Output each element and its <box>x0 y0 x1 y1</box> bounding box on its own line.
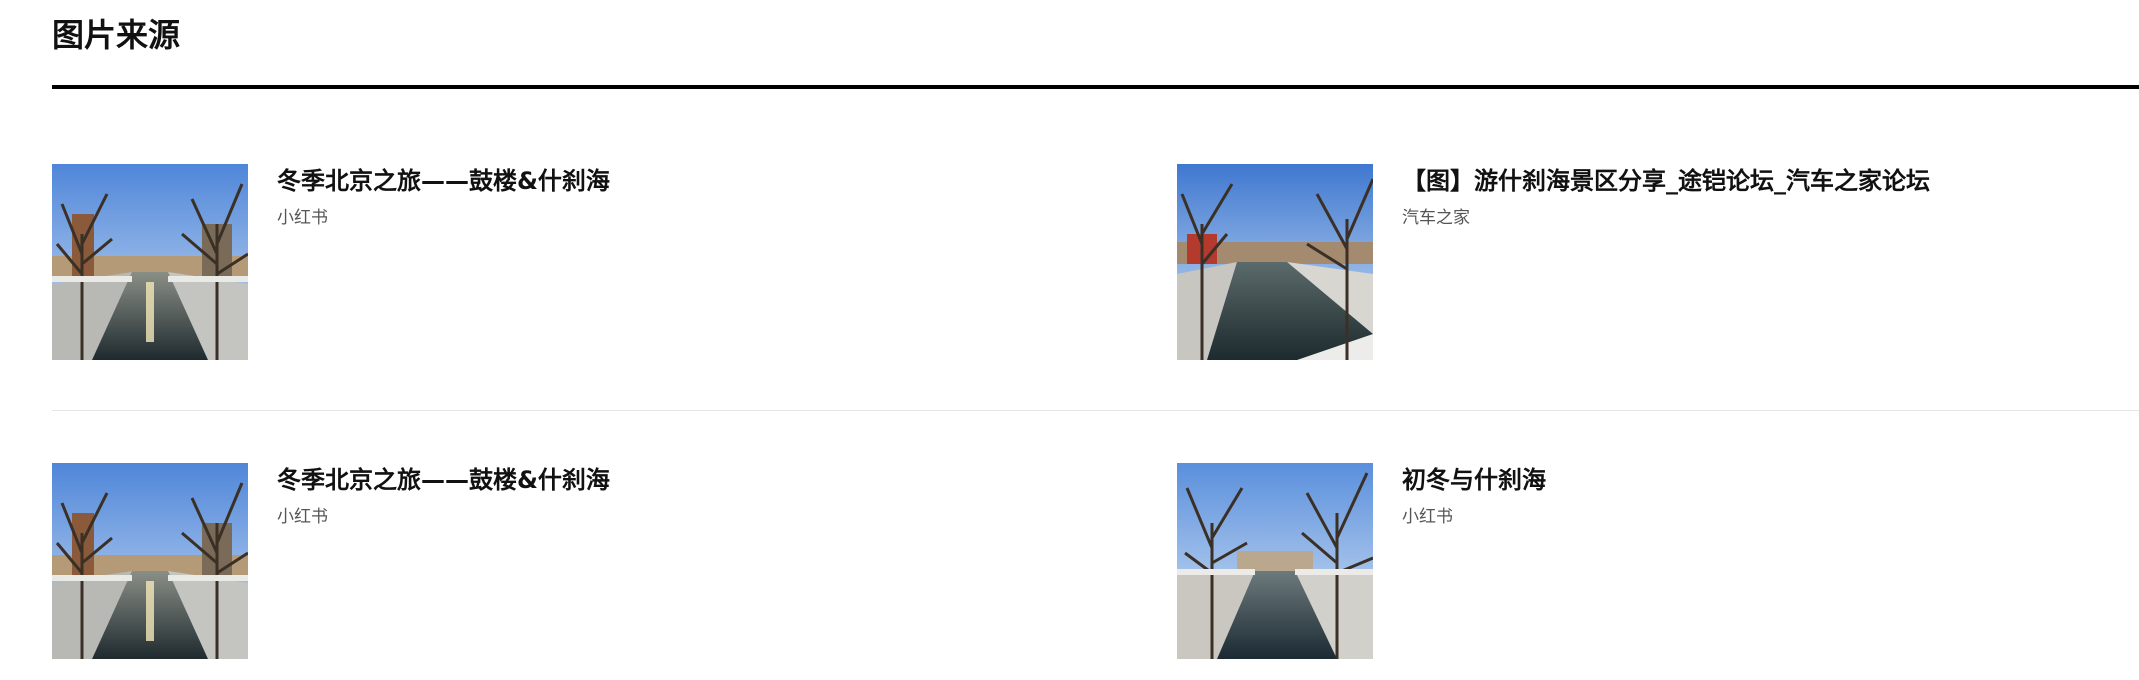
result-card[interactable]: 【图】游什刹海景区分享_途铠论坛_汽车之家论坛 汽车之家 <box>1177 164 2139 360</box>
section-title: 图片来源 <box>52 16 181 54</box>
result-thumbnail[interactable] <box>1177 463 1373 659</box>
result-title-link[interactable]: 冬季北京之旅——鼓楼&什刹海 <box>277 164 610 198</box>
result-thumbnail[interactable] <box>1177 164 1373 360</box>
result-source: 小红书 <box>1402 507 1453 527</box>
result-source: 小红书 <box>277 208 328 228</box>
result-card[interactable]: 冬季北京之旅——鼓楼&什刹海 小红书 <box>52 164 1132 360</box>
row-divider <box>52 410 2139 411</box>
result-source: 汽车之家 <box>1402 208 1470 228</box>
result-thumbnail[interactable] <box>52 463 248 659</box>
title-divider <box>52 85 2139 89</box>
result-title-link[interactable]: 【图】游什刹海景区分享_途铠论坛_汽车之家论坛 <box>1402 164 1930 198</box>
result-card[interactable]: 初冬与什刹海 小红书 <box>1177 463 2139 659</box>
result-title-link[interactable]: 初冬与什刹海 <box>1402 463 1546 497</box>
result-card[interactable]: 冬季北京之旅——鼓楼&什刹海 小红书 <box>52 463 1132 659</box>
result-source: 小红书 <box>277 507 328 527</box>
result-thumbnail[interactable] <box>52 164 248 360</box>
result-title-link[interactable]: 冬季北京之旅——鼓楼&什刹海 <box>277 463 610 497</box>
image-sources-page: 图片来源 冬季北京之旅——鼓楼&什刹海 小红书 【图】游什刹海景区分享_途铠论坛… <box>0 0 2139 680</box>
